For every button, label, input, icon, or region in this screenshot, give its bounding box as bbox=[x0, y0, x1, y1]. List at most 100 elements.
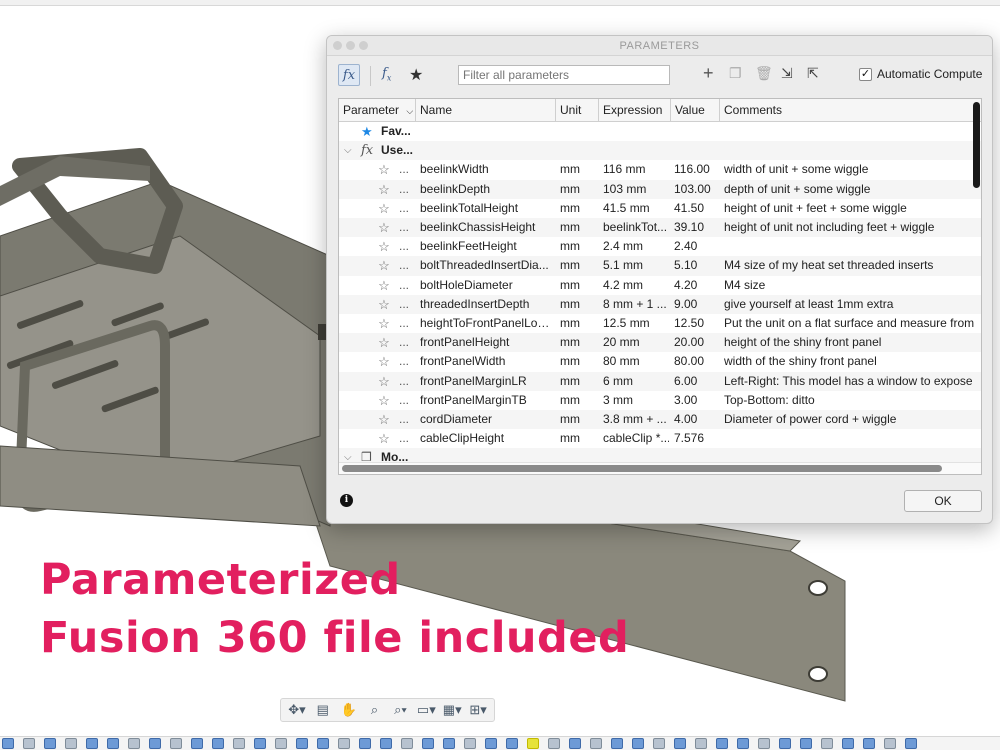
timeline-feature-icon[interactable] bbox=[2, 738, 14, 749]
import-parameters-icon[interactable]: ⇲ bbox=[781, 65, 793, 82]
timeline-feature-icon[interactable] bbox=[884, 738, 896, 749]
timeline-feature-icon[interactable] bbox=[443, 738, 455, 749]
table-row[interactable]: ☆... frontPanelHeight mm 20 mm 20.00 heigh… bbox=[339, 333, 981, 353]
column-header-name[interactable]: Name bbox=[416, 99, 556, 122]
timeline-feature-icon[interactable] bbox=[779, 738, 791, 749]
row-more-icon[interactable]: ... bbox=[399, 199, 413, 218]
viewports-icon[interactable]: ⊞▾ bbox=[468, 701, 488, 719]
timeline-feature-icon[interactable] bbox=[149, 738, 161, 749]
star-outline-icon[interactable]: ☆ bbox=[377, 180, 391, 199]
dialog-titlebar[interactable]: PARAMETERS bbox=[327, 36, 992, 56]
table-row[interactable]: ☆... beelinkFeetHeight mm 2.4 mm 2.40 bbox=[339, 237, 981, 256]
timeline-feature-icon[interactable] bbox=[842, 738, 854, 749]
star-outline-icon[interactable]: ☆ bbox=[377, 237, 391, 256]
row-more-icon[interactable]: ... bbox=[399, 314, 413, 333]
ok-button[interactable]: OK bbox=[904, 490, 982, 512]
timeline-feature-icon[interactable] bbox=[863, 738, 875, 749]
timeline-feature-icon[interactable] bbox=[212, 738, 224, 749]
fx-all-parameters-icon[interactable]: fx bbox=[338, 64, 360, 86]
timeline-feature-icon[interactable] bbox=[233, 738, 245, 749]
row-more-icon[interactable]: ... bbox=[399, 391, 413, 410]
table-row[interactable]: ☆... beelinkChassisHeight mm beelinkTot..… bbox=[339, 218, 981, 238]
table-row[interactable]: ☆... cableClipHeight mm cableClip *... 7.5… bbox=[339, 429, 981, 448]
column-header-parameter[interactable]: Parameter ⌵ bbox=[339, 99, 416, 122]
row-more-icon[interactable]: ... bbox=[399, 160, 413, 179]
table-row[interactable]: ☆... boltThreadedInsertDia... mm 5.1 mm 5.… bbox=[339, 256, 981, 276]
timeline-feature-icon[interactable] bbox=[611, 738, 623, 749]
chevron-down-icon[interactable]: ⌵ bbox=[344, 141, 352, 160]
timeline-feature-icon[interactable] bbox=[464, 738, 476, 749]
window-maximize-button[interactable] bbox=[359, 41, 368, 50]
fx-user-parameters-icon[interactable]: fx bbox=[382, 66, 391, 83]
timeline-feature-icon[interactable] bbox=[485, 738, 497, 749]
column-header-unit[interactable]: Unit bbox=[556, 99, 599, 122]
star-outline-icon[interactable]: ☆ bbox=[377, 218, 391, 237]
timeline-feature-icon[interactable] bbox=[821, 738, 833, 749]
table-row[interactable]: ☆... frontPanelMarginTB mm 3 mm 3.00 Top-B… bbox=[339, 391, 981, 410]
row-more-icon[interactable]: ... bbox=[399, 256, 413, 275]
row-more-icon[interactable]: ... bbox=[399, 372, 413, 391]
timeline-feature-icon[interactable] bbox=[548, 738, 560, 749]
table-row[interactable]: ☆... frontPanelWidth mm 80 mm 80.00 width … bbox=[339, 352, 981, 371]
vertical-scrollbar[interactable] bbox=[973, 102, 980, 188]
orbit-icon[interactable]: ✥▾ bbox=[287, 701, 307, 719]
star-outline-icon[interactable]: ☆ bbox=[377, 333, 391, 352]
star-outline-icon[interactable]: ☆ bbox=[377, 391, 391, 410]
star-outline-icon[interactable]: ☆ bbox=[377, 256, 391, 275]
export-parameters-icon[interactable]: ⇱ bbox=[807, 65, 819, 82]
timeline-feature-icon[interactable] bbox=[128, 738, 140, 749]
window-minimize-button[interactable] bbox=[346, 41, 355, 50]
table-row[interactable]: ☆... threadedInsertDepth mm 8 mm + 1 ... 9… bbox=[339, 294, 981, 314]
timeline-selected-feature-icon[interactable] bbox=[527, 738, 539, 749]
timeline-feature-icon[interactable] bbox=[254, 738, 266, 749]
timeline-feature-icon[interactable] bbox=[905, 738, 917, 749]
timeline-feature-icon[interactable] bbox=[65, 738, 77, 749]
timeline-feature-icon[interactable] bbox=[191, 738, 203, 749]
timeline-feature-icon[interactable] bbox=[800, 738, 812, 749]
column-header-comments[interactable]: Comments bbox=[720, 99, 981, 122]
group-row-favorites[interactable]: ★ Fav... bbox=[339, 122, 981, 141]
timeline-feature-icon[interactable] bbox=[737, 738, 749, 749]
timeline-feature-icon[interactable] bbox=[107, 738, 119, 749]
design-timeline[interactable] bbox=[0, 736, 1000, 750]
grid-settings-icon[interactable]: ▦▾ bbox=[442, 701, 462, 719]
star-outline-icon[interactable]: ☆ bbox=[377, 372, 391, 391]
star-outline-icon[interactable]: ☆ bbox=[377, 314, 391, 333]
info-icon[interactable]: i bbox=[340, 494, 353, 507]
table-row[interactable]: ☆... beelinkWidth mm 116 mm 116.00 width o… bbox=[339, 160, 981, 179]
timeline-feature-icon[interactable] bbox=[653, 738, 665, 749]
column-header-expression[interactable]: Expression bbox=[599, 99, 671, 122]
timeline-feature-icon[interactable] bbox=[695, 738, 707, 749]
star-outline-icon[interactable]: ☆ bbox=[377, 276, 391, 295]
delete-parameter-icon[interactable]: 🗑 bbox=[755, 65, 773, 82]
automatic-compute-checkbox[interactable]: ✓ bbox=[859, 67, 872, 81]
zoom-icon[interactable]: ⌕ bbox=[365, 701, 385, 719]
look-at-icon[interactable]: ▤ bbox=[313, 701, 333, 719]
column-header-value[interactable]: Value bbox=[671, 99, 720, 122]
timeline-feature-icon[interactable] bbox=[296, 738, 308, 749]
star-outline-icon[interactable]: ☆ bbox=[377, 199, 391, 218]
star-outline-icon[interactable]: ☆ bbox=[377, 160, 391, 179]
row-more-icon[interactable]: ... bbox=[399, 180, 413, 199]
row-more-icon[interactable]: ... bbox=[399, 295, 413, 314]
timeline-feature-icon[interactable] bbox=[716, 738, 728, 749]
star-outline-icon[interactable]: ☆ bbox=[377, 429, 391, 448]
favorite-star-icon[interactable]: ★ bbox=[409, 65, 423, 85]
timeline-feature-icon[interactable] bbox=[338, 738, 350, 749]
star-outline-icon[interactable]: ☆ bbox=[377, 410, 391, 429]
filter-parameters-input[interactable] bbox=[458, 65, 670, 85]
timeline-feature-icon[interactable] bbox=[380, 738, 392, 749]
table-row[interactable]: ☆... cordDiameter mm 3.8 mm + ... 4.00 Dia… bbox=[339, 410, 981, 430]
row-more-icon[interactable]: ... bbox=[399, 333, 413, 352]
timeline-feature-icon[interactable] bbox=[86, 738, 98, 749]
table-row[interactable]: ☆... boltHoleDiameter mm 4.2 mm 4.20 M4 si… bbox=[339, 276, 981, 295]
zoom-window-icon[interactable]: ⌕▾ bbox=[391, 701, 411, 719]
row-more-icon[interactable]: ... bbox=[399, 218, 413, 237]
row-more-icon[interactable]: ... bbox=[399, 410, 413, 429]
timeline-feature-icon[interactable] bbox=[632, 738, 644, 749]
pan-icon[interactable]: ✋ bbox=[339, 701, 359, 719]
timeline-feature-icon[interactable] bbox=[359, 738, 371, 749]
table-row[interactable]: ☆... frontPanelMarginLR mm 6 mm 6.00 Left-… bbox=[339, 371, 981, 391]
star-outline-icon[interactable]: ☆ bbox=[377, 352, 391, 371]
timeline-feature-icon[interactable] bbox=[23, 738, 35, 749]
